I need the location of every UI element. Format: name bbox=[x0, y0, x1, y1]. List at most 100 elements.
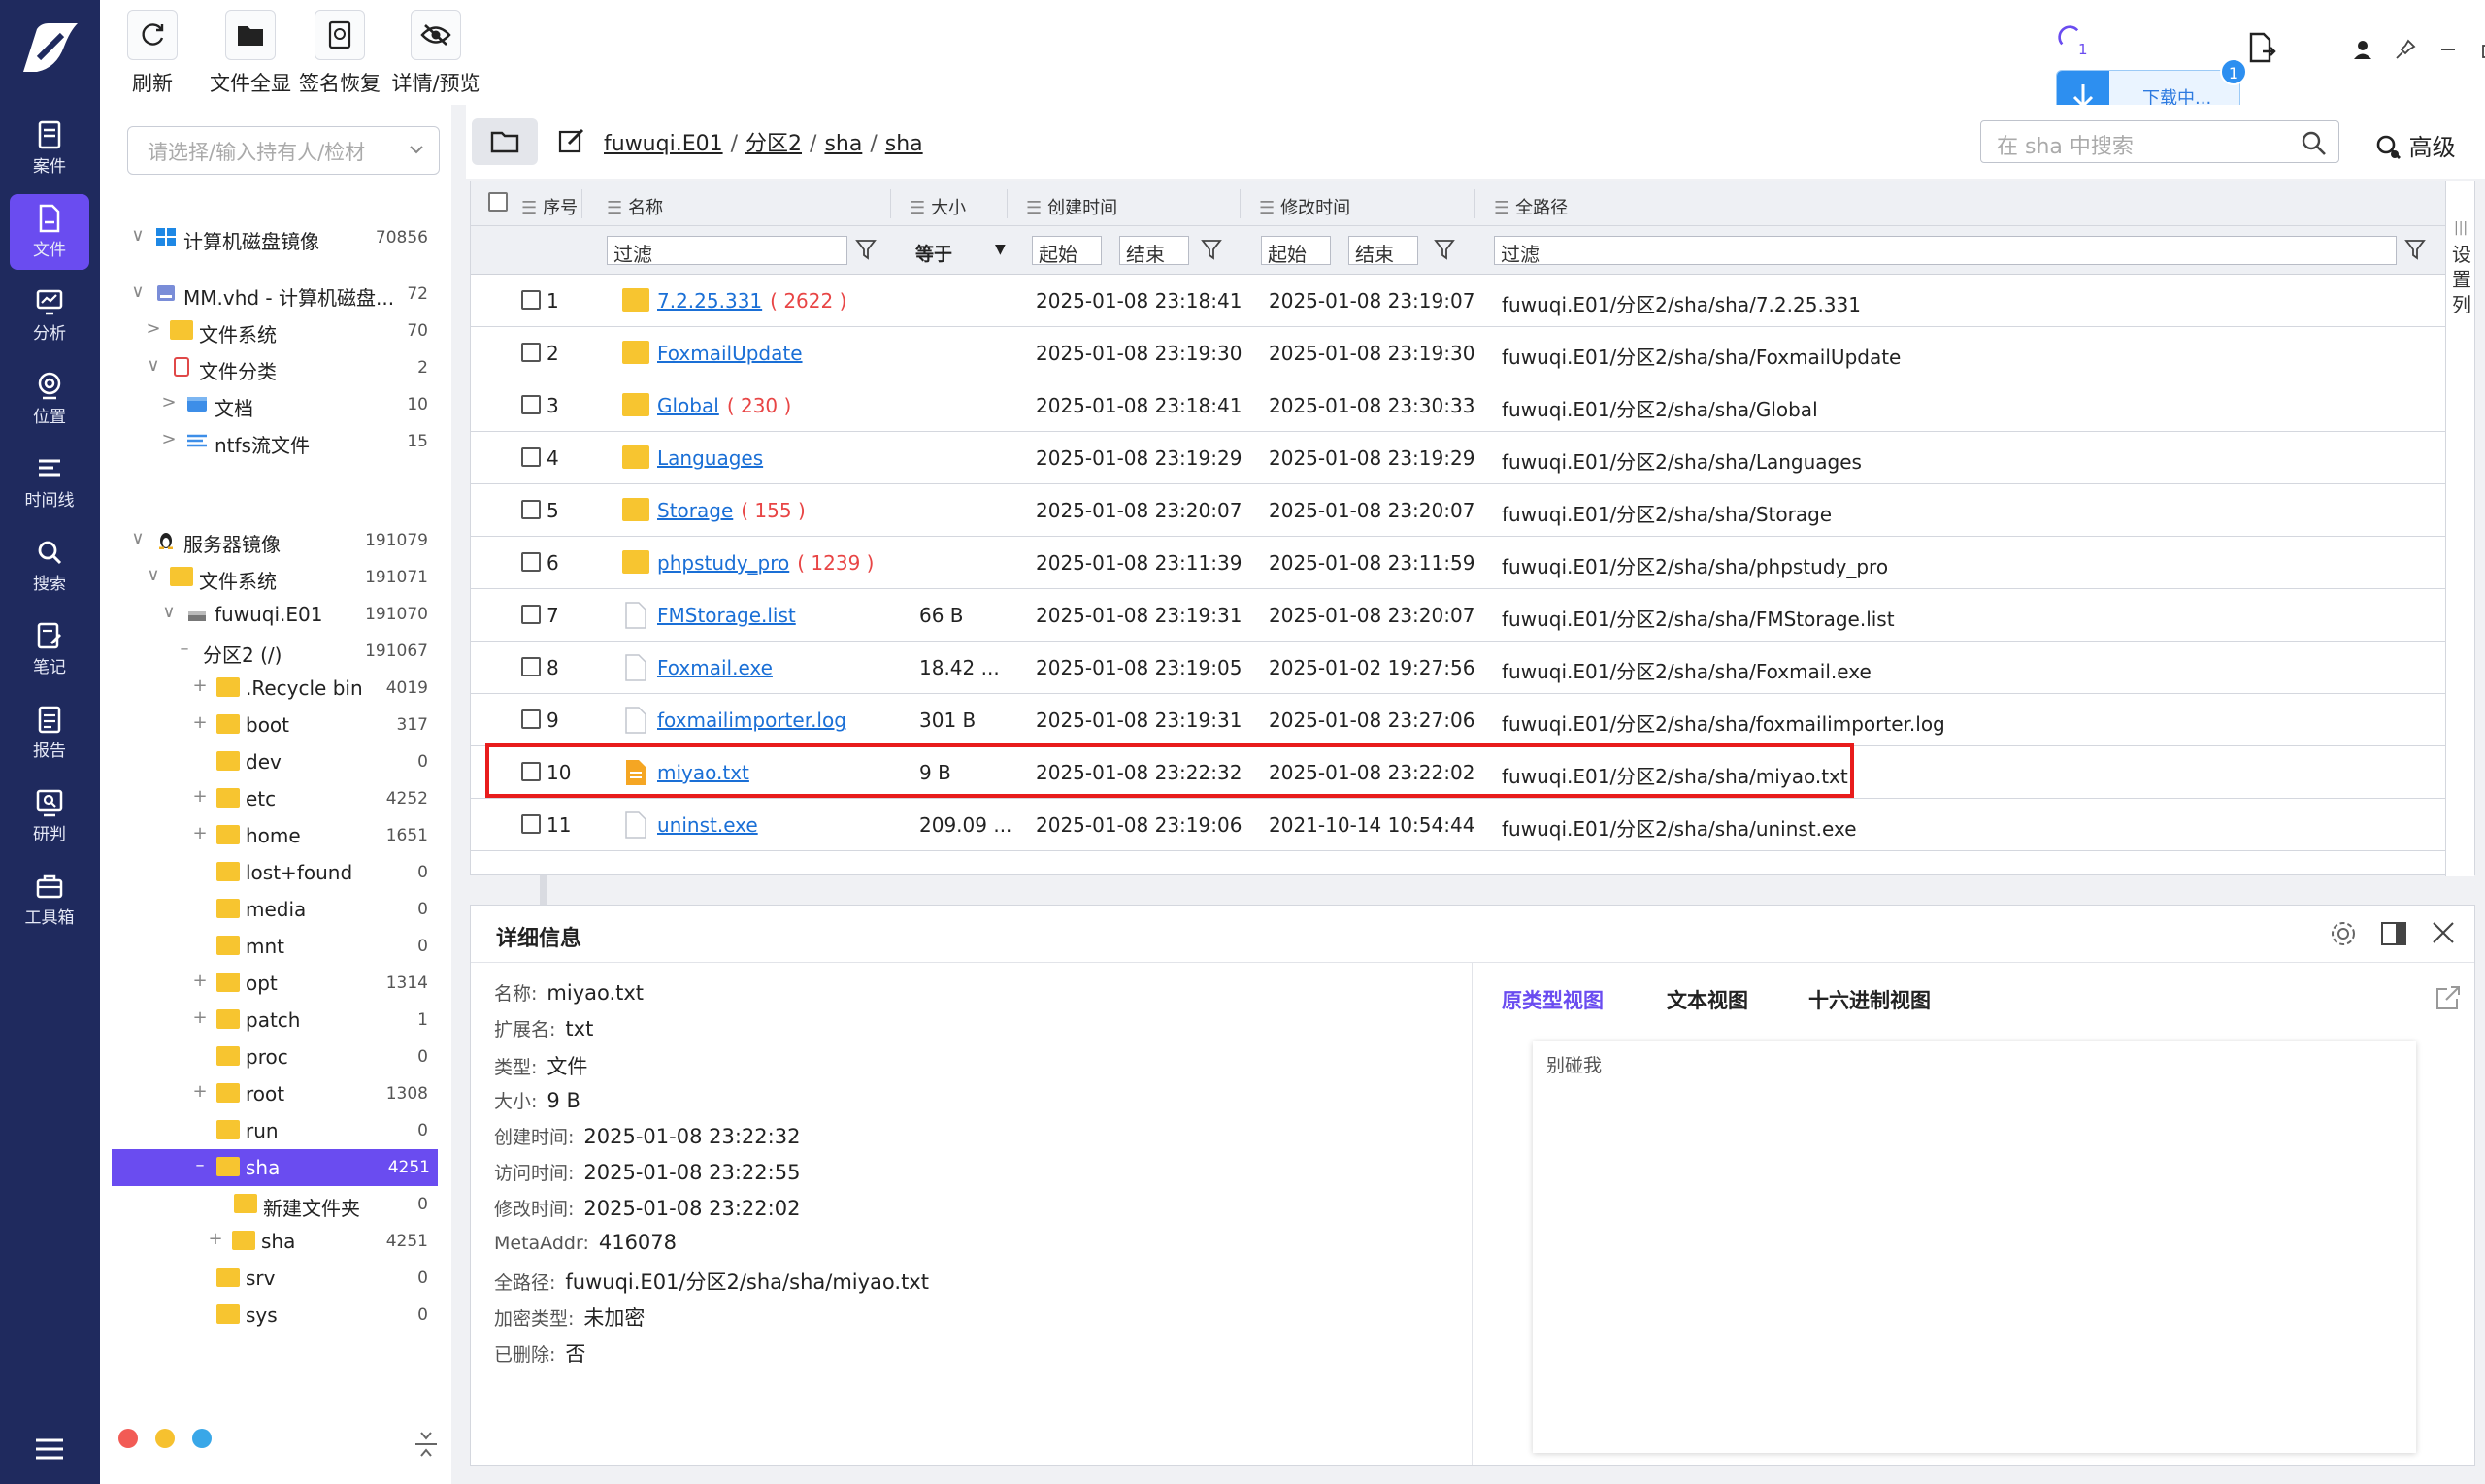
table-row[interactable]: 6 phpstudy_pro ( 1239 ) 2025-01-08 23:11:39… bbox=[471, 537, 2445, 589]
nav-report[interactable]: 报告 bbox=[10, 695, 89, 771]
nav-judge[interactable]: 研判 bbox=[10, 778, 89, 854]
tree-node[interactable]: > ntfs流文件 15 bbox=[100, 423, 436, 460]
breadcrumb-item[interactable]: sha bbox=[885, 132, 923, 156]
nav-search[interactable]: 搜索 bbox=[10, 528, 89, 604]
chevron-down-icon[interactable]: ∨ bbox=[160, 604, 178, 621]
table-horizontal-scrollbar[interactable] bbox=[471, 857, 2445, 874]
caret-down-icon[interactable]: ▼ bbox=[995, 242, 1006, 257]
nav-notes[interactable]: 笔记 bbox=[10, 611, 89, 687]
row-checkbox[interactable] bbox=[521, 814, 541, 834]
filter-icon[interactable] bbox=[2404, 238, 2426, 261]
nav-location[interactable]: 位置 bbox=[10, 361, 89, 437]
breadcrumb-item[interactable]: sha bbox=[824, 132, 862, 156]
task-progress[interactable]: 1 bbox=[2057, 25, 2088, 58]
row-checkbox[interactable] bbox=[521, 709, 541, 729]
tree-node[interactable]: ∨ 文件分类 2 bbox=[100, 349, 436, 386]
tree-node[interactable]: mnt 0 bbox=[100, 928, 436, 965]
chevron-right-icon[interactable]: > bbox=[160, 394, 178, 412]
col-header-modified[interactable]: ☰ 修改时间 bbox=[1259, 194, 1350, 219]
file-name-link[interactable]: Foxmail.exe bbox=[657, 656, 773, 679]
gear-icon[interactable] bbox=[2329, 919, 2358, 948]
tree-node[interactable]: ∨ 计算机磁盘镜像 70856 bbox=[100, 219, 436, 256]
pin-button[interactable] bbox=[2391, 35, 2420, 64]
filter-icon[interactable] bbox=[1201, 238, 1222, 261]
tree-node[interactable]: + sha 4251 bbox=[100, 1223, 436, 1260]
file-name-link[interactable]: phpstudy_pro bbox=[657, 551, 789, 575]
details-preview-button[interactable]: 详情/预览 bbox=[387, 10, 484, 97]
nav-toolbox[interactable]: 工具箱 bbox=[10, 862, 89, 938]
col-header-name[interactable]: ☰ 名称 bbox=[607, 194, 663, 219]
restore-button[interactable] bbox=[2476, 35, 2485, 64]
table-row[interactable]: 11 uninst.exe 209.09 ... 2025-01-08 23:19:0… bbox=[471, 799, 2445, 851]
tree-node[interactable]: sys 0 bbox=[100, 1297, 436, 1334]
table-row[interactable]: 4 Languages 2025-01-08 23:19:29 2025-01-08 … bbox=[471, 432, 2445, 484]
tree-node[interactable]: – 分区2 (/) 191067 bbox=[100, 633, 436, 670]
row-checkbox[interactable] bbox=[521, 343, 541, 362]
file-name-link[interactable]: Languages bbox=[657, 446, 763, 470]
tree-node[interactable]: > 文件系统 70 bbox=[100, 313, 436, 349]
column-settings-button[interactable]: ||| 设置列 bbox=[2445, 181, 2474, 876]
tree-node[interactable]: ∨ MM.vhd - 计算机磁盘... 72 bbox=[100, 276, 436, 313]
table-row[interactable]: 5 Storage ( 155 ) 2025-01-08 23:20:07 2025-0… bbox=[471, 484, 2445, 537]
expand-icon[interactable]: + bbox=[191, 788, 209, 806]
created-end-input[interactable]: 结束 bbox=[1119, 236, 1189, 266]
table-row[interactable]: 7 FMStorage.list 66 B 2025-01-08 23:19:31 20… bbox=[471, 589, 2445, 642]
collapse-all-icon[interactable] bbox=[412, 1427, 441, 1462]
row-checkbox[interactable] bbox=[521, 605, 541, 624]
expand-icon[interactable]: + bbox=[191, 677, 209, 695]
file-name-link[interactable]: 7.2.25.331 bbox=[657, 289, 762, 313]
size-operator-select[interactable]: 等于 bbox=[915, 240, 952, 266]
nav-timeline[interactable]: 时间线 bbox=[10, 445, 89, 520]
table-row[interactable]: 8 Foxmail.exe 18.42 ... 2025-01-08 23:19:05… bbox=[471, 642, 2445, 694]
tree-node[interactable]: proc 0 bbox=[100, 1039, 436, 1075]
advanced-search-button[interactable]: 高级 bbox=[2374, 128, 2456, 162]
edit-path-icon[interactable] bbox=[557, 126, 586, 155]
path-filter-input[interactable]: 过滤 bbox=[1494, 236, 2397, 266]
tree-node[interactable]: 新建文件夹 0 bbox=[100, 1186, 436, 1223]
created-start-input[interactable]: 起始 bbox=[1032, 236, 1102, 266]
expand-icon[interactable]: + bbox=[191, 1009, 209, 1027]
nav-file[interactable]: 文件 bbox=[10, 194, 89, 270]
tree-node[interactable]: + etc 4252 bbox=[100, 780, 436, 817]
row-checkbox[interactable] bbox=[521, 447, 541, 467]
row-checkbox[interactable] bbox=[521, 657, 541, 676]
signature-restore-button[interactable]: 签名恢复 bbox=[296, 10, 383, 97]
tree-node[interactable]: lost+found 0 bbox=[100, 854, 436, 891]
tab-hex-view[interactable]: 十六进制视图 bbox=[1808, 985, 1931, 1014]
tree-node[interactable]: run 0 bbox=[100, 1112, 436, 1149]
tree-node[interactable]: > 文档 10 bbox=[100, 386, 436, 423]
expand-icon[interactable]: + bbox=[191, 973, 209, 990]
tree-node[interactable]: + patch 1 bbox=[100, 1002, 436, 1039]
chevron-down-icon[interactable]: ∨ bbox=[145, 357, 162, 375]
tree-node[interactable]: + boot 317 bbox=[100, 707, 436, 743]
file-name-link[interactable]: foxmailimporter.log bbox=[657, 709, 846, 732]
open-external-icon[interactable] bbox=[2434, 983, 2463, 1012]
chevron-down-icon[interactable]: ∨ bbox=[129, 283, 147, 301]
file-name-link[interactable]: uninst.exe bbox=[657, 813, 758, 837]
file-name-link[interactable]: FMStorage.list bbox=[657, 604, 796, 627]
filter-icon[interactable] bbox=[855, 238, 877, 261]
row-checkbox[interactable] bbox=[521, 500, 541, 519]
modified-start-input[interactable]: 起始 bbox=[1261, 236, 1331, 266]
tree-node[interactable]: + root 1308 bbox=[100, 1075, 436, 1112]
file-name-link[interactable]: FoxmailUpdate bbox=[657, 342, 803, 365]
tree-node[interactable]: srv 0 bbox=[100, 1260, 436, 1297]
col-header-index[interactable]: ☰ 序号 bbox=[521, 194, 578, 219]
expand-icon[interactable]: + bbox=[207, 1231, 224, 1248]
export-file-button[interactable] bbox=[2247, 32, 2276, 63]
expand-icon[interactable]: + bbox=[191, 714, 209, 732]
evidence-select[interactable]: 请选择/输入持有人/检材 bbox=[127, 126, 440, 175]
folder-search-input[interactable]: 在 sha 中搜索 bbox=[1980, 120, 2339, 163]
row-checkbox[interactable] bbox=[521, 552, 541, 572]
refresh-button[interactable]: 刷新 bbox=[127, 10, 178, 97]
chevron-right-icon[interactable]: > bbox=[160, 431, 178, 448]
tree-node[interactable]: + .Recycle bin 4019 bbox=[100, 670, 436, 707]
tree-node[interactable]: media 0 bbox=[100, 891, 436, 928]
row-checkbox[interactable] bbox=[521, 395, 541, 414]
file-name-link[interactable]: Storage bbox=[657, 499, 733, 522]
folder-view-button[interactable] bbox=[472, 118, 538, 165]
tree-node[interactable]: + home 1651 bbox=[100, 817, 436, 854]
close-icon[interactable] bbox=[2430, 919, 2457, 946]
tree-node[interactable]: ∨ 服务器镜像 191079 bbox=[100, 522, 436, 559]
file-name-link[interactable]: Global bbox=[657, 394, 719, 417]
